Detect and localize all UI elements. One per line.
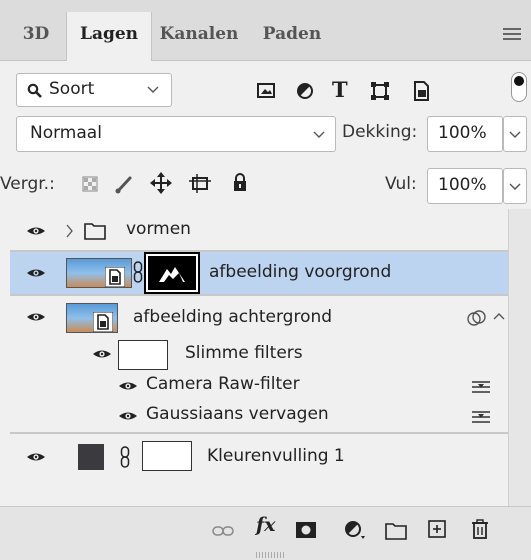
tab-kanalen[interactable]: Kanalen: [152, 12, 246, 60]
opacity-input[interactable]: 100%: [427, 116, 503, 152]
smart-filter-mask-thumbnail[interactable]: [118, 340, 168, 370]
tab-lagen[interactable]: Lagen: [66, 12, 152, 61]
search-icon: [27, 83, 42, 98]
fill-input[interactable]: 100%: [427, 168, 503, 204]
folder-icon: [84, 223, 106, 240]
trash-icon[interactable]: [471, 519, 489, 539]
fill-dropdown-button[interactable]: [503, 168, 527, 204]
link-icon[interactable]: [120, 446, 130, 468]
chevron-right-icon[interactable]: [66, 224, 74, 238]
type-filter-icon[interactable]: T: [332, 77, 348, 102]
adjustment-filter-icon[interactable]: [296, 82, 314, 100]
filter-kind-select[interactable]: Soort: [16, 73, 172, 107]
layer-name-foreground[interactable]: afbeelding voorgrond: [209, 262, 391, 282]
chevron-down-icon: [509, 131, 521, 138]
layer-thumbnail-background[interactable]: [66, 303, 118, 333]
link-icon[interactable]: [133, 261, 143, 283]
smart-object-badge-icon: [93, 312, 113, 332]
layer-name-color-fill[interactable]: Kleurenvulling 1: [207, 446, 345, 466]
resize-grip[interactable]: [256, 552, 286, 558]
tab-paden[interactable]: Paden: [250, 12, 334, 60]
chevron-down-icon: [147, 86, 159, 93]
adjustment-icon[interactable]: [344, 520, 366, 540]
smart-object-badge-icon: [105, 267, 125, 287]
layer-mask-color-fill[interactable]: [142, 441, 192, 471]
lock-label: Vergr.:: [0, 174, 55, 194]
lock-image-pixels-icon[interactable]: [114, 174, 134, 194]
shape-filter-icon[interactable]: [370, 81, 390, 101]
filter-kind-label: Soort: [49, 79, 95, 99]
blend-mode-select[interactable]: Normaal: [16, 116, 336, 152]
visibility-eye-icon[interactable]: [26, 311, 46, 323]
filter-blending-options-icon[interactable]: [471, 409, 491, 425]
image-filter-icon[interactable]: [257, 83, 275, 99]
new-layer-icon[interactable]: [428, 520, 446, 538]
filter-gaussian-blur[interactable]: Gaussiaans vervagen: [146, 404, 329, 424]
lock-position-icon[interactable]: [150, 172, 172, 194]
opacity-dropdown-button[interactable]: [503, 116, 527, 152]
smart-filter-indicator-icon: [467, 310, 486, 326]
chevron-down-icon: [313, 131, 325, 138]
visibility-eye-icon[interactable]: [26, 267, 46, 279]
opacity-value: 100%: [438, 123, 487, 143]
fill-label: Vul:: [385, 174, 417, 194]
blend-mode-value: Normaal: [30, 123, 102, 143]
color-fill-swatch[interactable]: [78, 444, 104, 470]
lock-artboard-icon[interactable]: [188, 172, 212, 194]
lock-transparent-pixels-icon[interactable]: [82, 176, 98, 192]
link-layers-icon[interactable]: [212, 524, 234, 538]
tab-3d[interactable]: 3D: [10, 12, 62, 60]
visibility-eye-icon[interactable]: [118, 410, 138, 422]
layer-thumbnail-foreground[interactable]: [66, 258, 132, 288]
visibility-eye-icon[interactable]: [92, 348, 112, 360]
layer-name-background[interactable]: afbeelding achtergrond: [133, 307, 332, 327]
visibility-eye-icon[interactable]: [26, 225, 46, 237]
smart-object-filter-icon[interactable]: [412, 81, 430, 101]
filter-blending-options-icon[interactable]: [471, 379, 491, 395]
visibility-eye-icon[interactable]: [118, 380, 138, 392]
layer-name-vormen[interactable]: vormen: [126, 219, 191, 239]
lock-all-icon[interactable]: [232, 172, 248, 192]
chevron-down-icon: [509, 183, 521, 190]
fill-value: 100%: [438, 175, 487, 195]
layer-mask-foreground[interactable]: [144, 252, 200, 294]
smart-filters-label[interactable]: Slimme filters: [185, 343, 303, 363]
fx-icon[interactable]: fx: [256, 514, 276, 536]
mask-shape-icon: [159, 267, 185, 282]
panel-menu-icon[interactable]: [503, 28, 521, 40]
filter-toggle-switch[interactable]: [511, 72, 527, 102]
chevron-up-icon[interactable]: [493, 312, 505, 320]
folder-icon[interactable]: [385, 522, 407, 540]
add-mask-icon[interactable]: [296, 522, 316, 538]
filter-camera-raw[interactable]: Camera Raw-filter: [146, 374, 300, 394]
visibility-eye-icon[interactable]: [26, 451, 46, 463]
opacity-label: Dekking:: [342, 122, 418, 142]
layers-scrollbar[interactable]: [508, 209, 531, 506]
